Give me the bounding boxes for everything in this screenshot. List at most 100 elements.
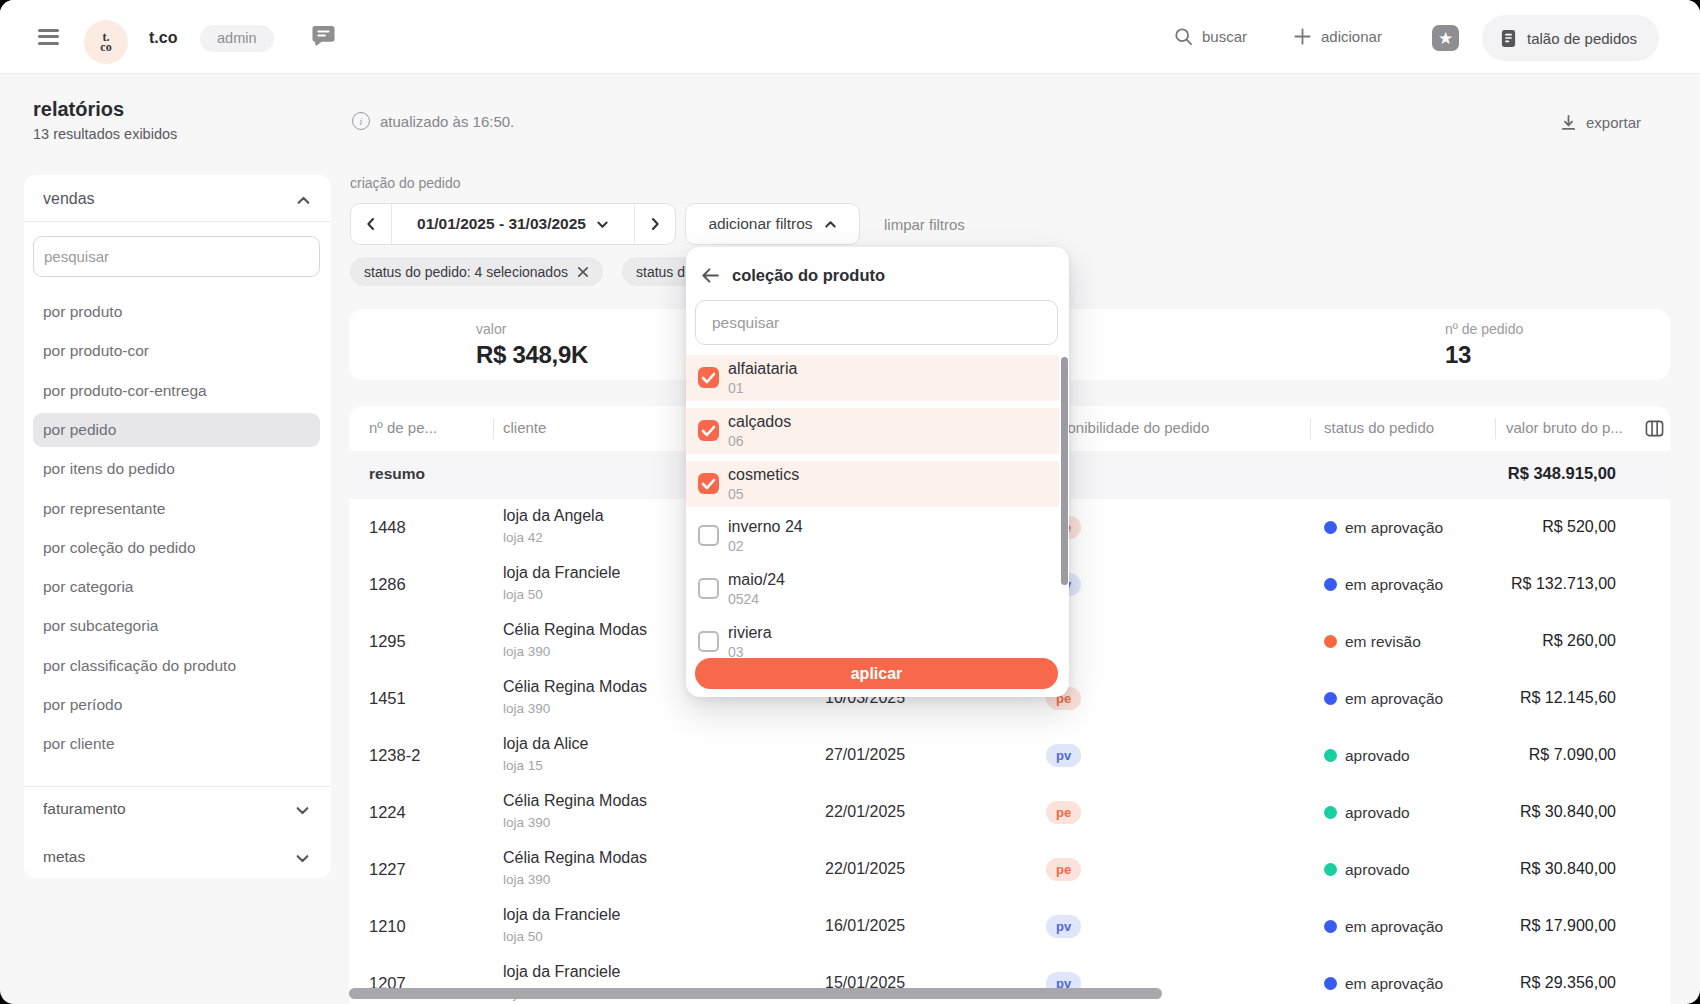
- table-row[interactable]: 1210loja da Francieleloja 5016/01/2025pv…: [349, 898, 1670, 956]
- sidebar-search-input[interactable]: pesquisar: [33, 236, 320, 277]
- cell-gross-value: R$ 29.356,00: [1520, 974, 1616, 992]
- page-title: relatórios: [33, 98, 124, 121]
- status-dot: [1324, 749, 1337, 762]
- header-gross-value: valor bruto do p...: [1506, 419, 1623, 436]
- horizontal-scrollbar[interactable]: [349, 988, 1162, 999]
- search-button[interactable]: buscar: [1174, 0, 1247, 73]
- panel-title: coleção do produto: [732, 266, 885, 285]
- apply-button[interactable]: aplicar: [695, 658, 1058, 689]
- chevron-up-icon[interactable]: [296, 193, 311, 208]
- option-name: riviera: [728, 624, 772, 642]
- table-row[interactable]: 1238-2loja da Aliceloja 1527/01/2025pvap…: [349, 727, 1670, 785]
- add-filters-button[interactable]: adicionar filtros: [685, 203, 860, 245]
- plus-icon: [1293, 27, 1312, 46]
- cell-status: aprovado: [1345, 861, 1410, 879]
- cell-date: 16/01/2025: [825, 917, 905, 935]
- checkbox[interactable]: [698, 631, 719, 652]
- cell-client-name: loja da Franciele: [503, 963, 620, 981]
- status-dot: [1324, 920, 1337, 933]
- date-range-value[interactable]: 01/01/2025 - 31/03/2025: [391, 204, 635, 244]
- status-dot: [1324, 521, 1337, 534]
- status-dot: [1324, 692, 1337, 705]
- checkbox[interactable]: [698, 525, 719, 546]
- cell-status: aprovado: [1345, 804, 1410, 822]
- top-bar: t.co t.co admin buscar adicionar ★ talão…: [0, 0, 1700, 74]
- table-row[interactable]: 1224Célia Regina Modasloja 39022/01/2025…: [349, 784, 1670, 842]
- chat-icon[interactable]: [310, 22, 337, 49]
- sidebar-item-por-classificação-do-produto[interactable]: por classificação do produto: [33, 649, 320, 683]
- close-icon[interactable]: [577, 266, 589, 278]
- collection-option-maio/24[interactable]: maio/240524: [686, 566, 1069, 612]
- sidebar-section-faturamento[interactable]: faturamento: [43, 800, 313, 818]
- sidebar-item-por-itens-do-pedido[interactable]: por itens do pedido: [33, 452, 320, 486]
- cell-status: em aprovação: [1345, 576, 1443, 594]
- metric-valor: valor R$ 348,9K: [476, 321, 588, 369]
- sidebar-section-vendas[interactable]: vendas: [43, 190, 95, 208]
- cell-client-store: loja 50: [503, 587, 543, 602]
- sidebar-item-por-subcategoria[interactable]: por subcategoria: [33, 609, 320, 643]
- collection-option-alfaiataria[interactable]: alfaiataria01: [686, 355, 1059, 401]
- checkbox[interactable]: [698, 367, 719, 388]
- brand-logo[interactable]: t.co: [84, 20, 128, 64]
- option-code: 02: [728, 538, 744, 554]
- sidebar-search-placeholder: pesquisar: [44, 248, 109, 265]
- cell-gross-value: R$ 17.900,00: [1520, 917, 1616, 935]
- section-label: faturamento: [43, 800, 126, 817]
- header-client: cliente: [503, 419, 546, 436]
- updated-text: atualizado às 16:50.: [380, 113, 514, 130]
- cell-status: em revisão: [1345, 633, 1421, 651]
- app-window: t.co t.co admin buscar adicionar ★ talão…: [0, 0, 1700, 1004]
- results-count: 13 resultados exibidos: [33, 126, 177, 142]
- date-range-text: 01/01/2025 - 31/03/2025: [417, 215, 586, 233]
- export-button[interactable]: exportar: [1560, 114, 1641, 131]
- chevron-down-icon: [596, 218, 609, 231]
- columns-icon[interactable]: [1645, 419, 1664, 438]
- collection-option-inverno-24[interactable]: inverno 2402: [686, 513, 1069, 559]
- checkbox[interactable]: [698, 578, 719, 599]
- sidebar-item-por-produto-cor-entrega[interactable]: por produto-cor-entrega: [33, 374, 320, 408]
- cell-client-store: loja 390: [503, 644, 550, 659]
- panel-search-placeholder: pesquisar: [712, 314, 779, 332]
- metric-label: nº de pedido: [1445, 321, 1523, 337]
- cell-date: 27/01/2025: [825, 746, 905, 764]
- favorites-icon[interactable]: ★: [1432, 25, 1459, 51]
- sidebar-section-metas[interactable]: metas: [43, 848, 313, 866]
- panel-scrollbar[interactable]: [1061, 357, 1068, 585]
- cell-order-number: 1451: [369, 689, 406, 708]
- date-prev-button[interactable]: [351, 204, 391, 244]
- order-pad-button[interactable]: talão de pedidos: [1482, 15, 1659, 61]
- checkbox[interactable]: [698, 473, 719, 494]
- date-range-picker: 01/01/2025 - 31/03/2025: [350, 203, 676, 245]
- filter-chip[interactable]: status do pedido: 4 selecionados: [350, 257, 603, 286]
- panel-search-input[interactable]: pesquisar: [695, 300, 1058, 345]
- date-next-button[interactable]: [635, 204, 675, 244]
- cell-client-name: Célia Regina Modas: [503, 792, 647, 810]
- checkbox[interactable]: [698, 420, 719, 441]
- cell-status: em aprovação: [1345, 918, 1443, 936]
- collection-option-cosmetics[interactable]: cosmetics05: [686, 461, 1059, 507]
- sidebar-item-por-produto[interactable]: por produto: [33, 295, 320, 329]
- sidebar-item-por-cliente[interactable]: por cliente: [33, 727, 320, 761]
- cell-order-number: 1286: [369, 575, 406, 594]
- sidebar-item-por-coleção-do-pedido[interactable]: por coleção do pedido: [33, 531, 320, 565]
- cell-client-name: loja da Franciele: [503, 906, 620, 924]
- sidebar-item-por-pedido[interactable]: por pedido: [33, 413, 320, 447]
- availability-badge: pv: [1046, 744, 1081, 767]
- clear-filters-button[interactable]: limpar filtros: [884, 216, 965, 233]
- table-row[interactable]: 1227Célia Regina Modasloja 39022/01/2025…: [349, 841, 1670, 899]
- sidebar-item-por-período[interactable]: por período: [33, 688, 320, 722]
- sidebar-item-por-representante[interactable]: por representante: [33, 492, 320, 526]
- option-code: 05: [728, 486, 744, 502]
- cell-client-name: Célia Regina Modas: [503, 621, 647, 639]
- sidebar-item-por-produto-cor[interactable]: por produto-cor: [33, 334, 320, 368]
- menu-icon[interactable]: [38, 29, 59, 45]
- back-arrow-icon[interactable]: [700, 265, 721, 286]
- account-badge[interactable]: admin: [200, 25, 274, 52]
- option-code: 06: [728, 433, 744, 449]
- cell-client-name: Célia Regina Modas: [503, 849, 647, 867]
- sidebar-item-por-categoria[interactable]: por categoria: [33, 570, 320, 604]
- collection-option-calçados[interactable]: calçados06: [686, 408, 1059, 454]
- add-button[interactable]: adicionar: [1293, 0, 1382, 73]
- metric-value: R$ 348,9K: [476, 341, 588, 369]
- cell-order-number: 1238-2: [369, 746, 420, 765]
